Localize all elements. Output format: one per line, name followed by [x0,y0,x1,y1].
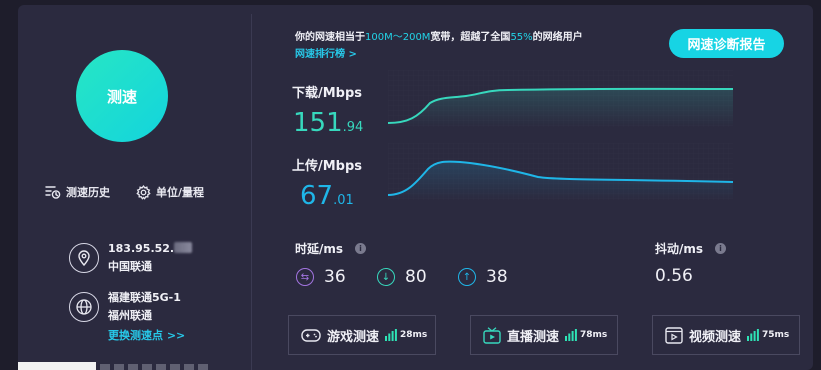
gear-icon [136,184,151,200]
bidirectional-arrows-icon: ⇆ [296,268,314,286]
change-test-node-link[interactable]: 更换测速点 >> [108,327,185,343]
latency-upload: ↑ 38 [458,267,508,287]
signal-bars-icon [747,329,759,341]
speed-ranking-link[interactable]: 网速排行榜 > [295,45,357,60]
node-city: 福州联通 [108,309,152,322]
download-decimal: .94 [342,120,364,135]
summary-suffix: 的网络用户 [532,32,583,43]
upload-int: 67 [300,181,334,211]
start-speed-test-button[interactable]: 测速 [76,50,168,142]
video-speed-test-label: 视频测速 [689,329,742,345]
download-speed-value: 151.94 [293,110,363,141]
speed-summary-text: 你的网速相当于100M～200M宽带，超越了全国55%的网络用户 [295,28,583,43]
game-speed-test-button[interactable]: 游戏测速 28ms [288,315,436,355]
jitter-info-icon[interactable]: i [715,243,727,254]
latency-idle: ⇆ 36 [296,267,346,287]
down-arrow-icon: ↓ [377,268,395,286]
live-speed-test-button[interactable]: 直播测速 78ms [470,315,618,355]
test-history-label: 测速历史 [66,186,110,199]
ip-redacted-mask [174,242,193,253]
tv-icon [483,326,501,344]
latency-idle-value: 36 [324,267,346,287]
diagnosis-report-button[interactable]: 网速诊断报告 [669,29,784,58]
summary-bandwidth: 100M～200M [365,32,431,43]
upload-decimal: .01 [333,193,354,208]
latency-download-value: 80 [405,267,427,287]
upload-speed-graph [388,143,733,200]
upload-label: 上传/Mbps [292,159,363,174]
signal-bars-icon [565,329,577,341]
column-divider [251,14,252,370]
test-node-info: 福建联通5G-1 福州联通 [69,289,181,325]
download-speed-graph [388,70,733,127]
signal-bars-icon [385,329,397,341]
ip-address: 183.95.52. [108,242,175,255]
game-speed-test-label: 游戏测速 [327,329,380,345]
jitter-label: 抖动/ms i [655,240,727,257]
isp-name: 中国联通 [108,260,152,273]
ip-info: 183.95.52. 中国联通 [69,240,193,276]
location-pin-icon [69,243,99,273]
video-latency-value: 75ms [762,330,790,340]
live-latency-value: 78ms [580,330,608,340]
jitter-value: 0.56 [655,266,693,286]
bottom-cutoff-element [18,362,96,370]
summary-prefix: 你的网速相当于 [295,32,365,43]
download-label: 下载/Mbps [292,86,363,101]
unit-range-label: 单位/量程 [156,186,205,199]
history-list-icon [45,186,61,199]
gamepad-icon [301,328,321,342]
latency-info-icon[interactable]: i [355,243,367,254]
latency-label: 时延/ms i [295,240,367,257]
summary-middle: 宽带，超越了全国 [430,32,511,43]
video-speed-test-button[interactable]: 视频测速 75ms [652,315,800,355]
bottom-cutoff-text [100,364,210,370]
node-name: 福建联通5G-1 [108,291,181,304]
test-history-button[interactable]: 测速历史 [45,184,110,200]
download-int: 151 [293,108,343,138]
unit-range-button[interactable]: 单位/量程 [136,184,204,200]
latency-download: ↓ 80 [377,267,427,287]
live-speed-test-label: 直播测速 [507,329,560,345]
game-latency-value: 28ms [400,330,428,340]
up-arrow-icon: ↑ [458,268,476,286]
latency-upload-value: 38 [486,267,508,287]
latency-label-text: 时延/ms [295,242,344,256]
jitter-label-text: 抖动/ms [655,242,704,256]
video-player-icon [665,326,683,344]
summary-percent: 55% [510,32,533,43]
upload-speed-value: 67.01 [300,183,354,214]
globe-icon [69,292,99,322]
